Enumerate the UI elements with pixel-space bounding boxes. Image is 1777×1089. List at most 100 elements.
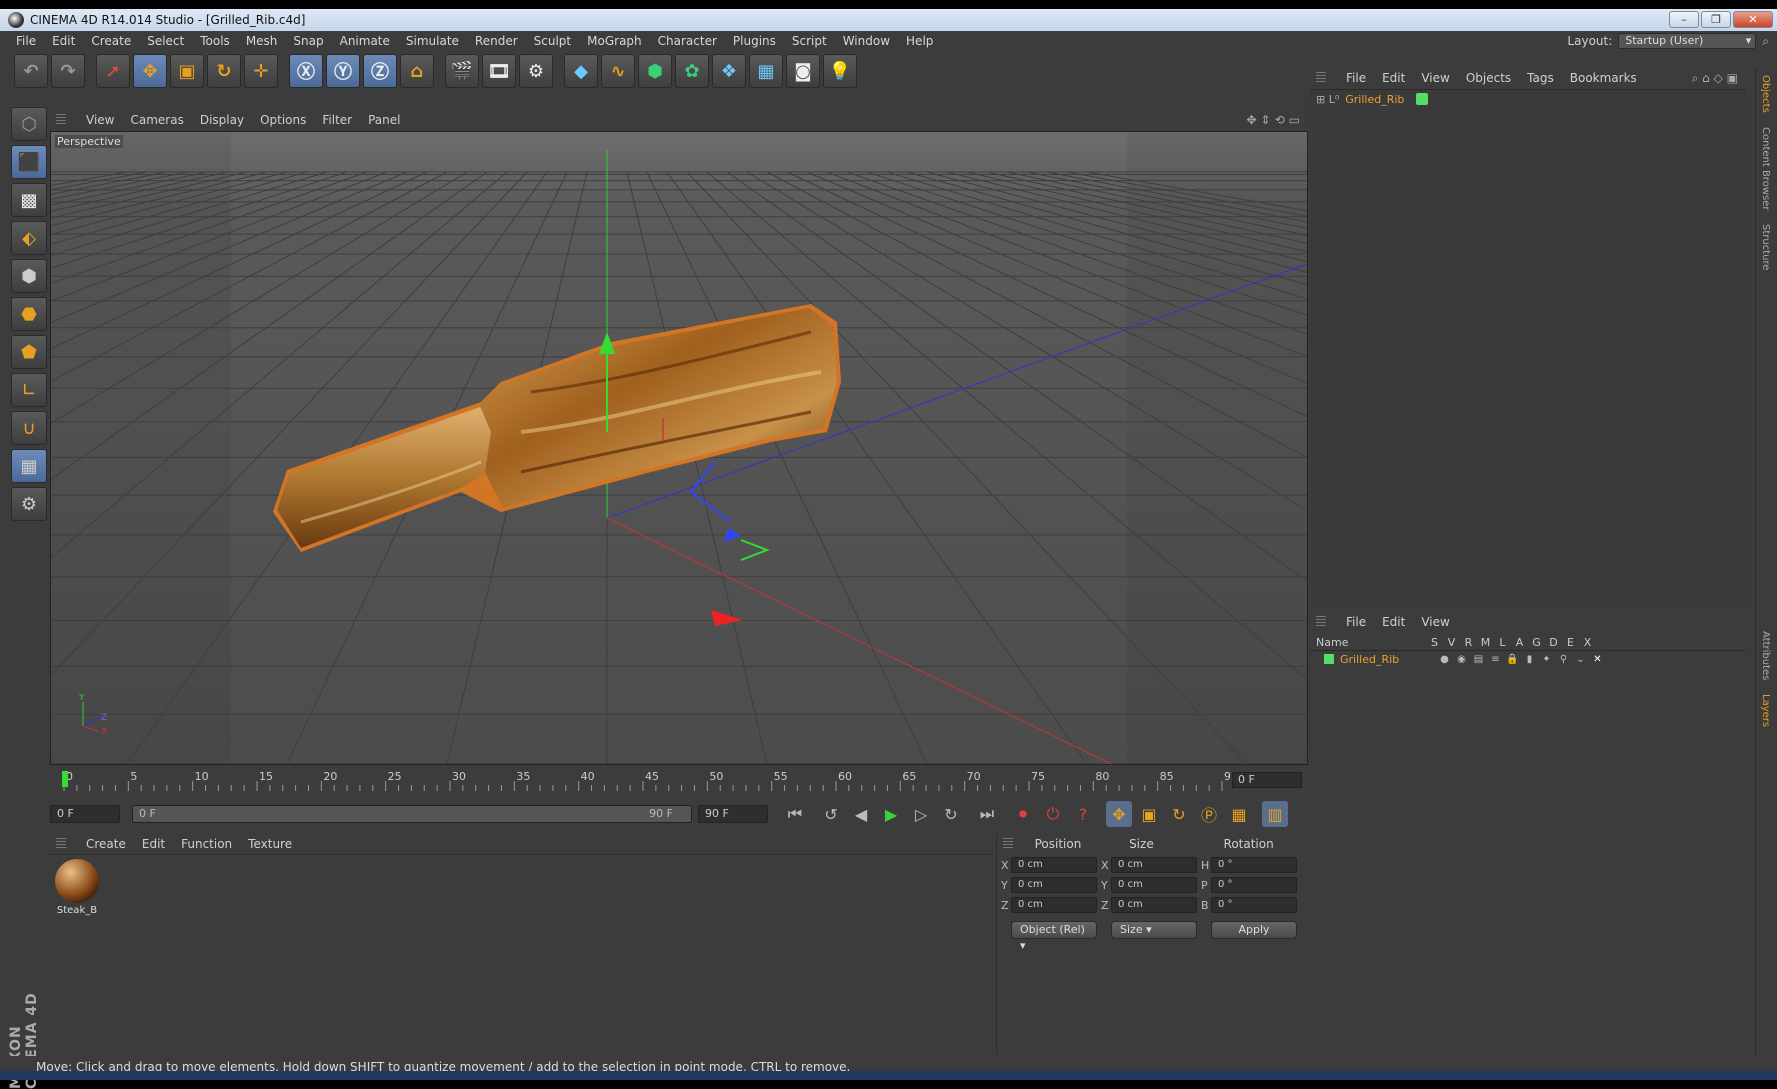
menu-character[interactable]: Character [650,34,725,48]
texture-mode-icon[interactable]: ▩ [11,183,47,217]
live-selection-icon[interactable]: ➚ [96,54,130,88]
workplane-lock-icon[interactable]: ▦ [11,449,47,483]
material-menu-edit[interactable]: Edit [134,837,173,851]
timeline-window-icon[interactable]: ▥ [1262,801,1288,827]
viewport-menu-filter[interactable]: Filter [314,113,360,127]
side-tab-objects[interactable]: Objects [1760,75,1771,113]
side-tab-structure[interactable]: Structure [1760,224,1771,271]
menu-create[interactable]: Create [83,34,139,48]
minimize-button[interactable]: – [1669,11,1699,28]
layout-dropdown[interactable]: Startup (User) [1618,33,1757,49]
close-button[interactable]: ✕ [1733,11,1773,28]
key-rotation-icon[interactable]: ↻ [1166,801,1192,827]
material-menu-create[interactable]: Create [78,837,134,851]
objects-menu-tags[interactable]: Tags [1519,71,1562,85]
previous-key-icon[interactable]: ↺ [818,801,844,827]
next-frame-icon[interactable]: ▷ [908,801,934,827]
key-point-level-icon[interactable]: ▦ [1226,801,1252,827]
menu-sculpt[interactable]: Sculpt [526,34,579,48]
camera-icon[interactable]: ◙ [786,54,820,88]
array-icon[interactable]: ✿ [675,54,709,88]
layer-name[interactable]: Grilled_Rib [1340,653,1436,666]
undo-icon[interactable]: ↶ [14,54,48,88]
points-mode-icon[interactable]: ⬢ [11,259,47,293]
lock-toggle-icon[interactable]: 🔒 [1504,654,1521,665]
previous-frame-icon[interactable]: ◀ [848,801,874,827]
render-toggle-icon[interactable]: ▤ [1470,654,1487,665]
object-name[interactable]: Grilled_Rib [1345,93,1404,106]
polygons-mode-icon[interactable]: ⬟ [11,335,47,369]
recent-tool-icon[interactable]: ✛ [244,54,278,88]
objects-menu-bookmarks[interactable]: Bookmarks [1562,71,1645,85]
search-icon[interactable]: ⌕ [1762,34,1769,49]
material-menu-function[interactable]: Function [173,837,240,851]
edges-mode-icon[interactable]: ⬣ [11,297,47,331]
layers-menu-edit[interactable]: Edit [1374,615,1413,629]
layers-menu-view[interactable]: View [1413,615,1457,629]
scale-tool-icon[interactable]: ▣ [170,54,204,88]
record-keys-icon[interactable]: ⏺ [1010,801,1036,827]
y-axis-lock-icon[interactable]: Ⓨ [326,54,360,88]
subdivision-surface-icon[interactable]: ⬢ [638,54,672,88]
expressions-toggle-icon[interactable]: ⌄ [1572,654,1589,665]
viewport-menu-options[interactable]: Options [252,113,314,127]
make-editable-icon[interactable]: ⬡ [11,107,47,141]
menu-simulate[interactable]: Simulate [398,34,467,48]
viewport-navigation-icons[interactable]: ✥⇕⟲▭ [1246,113,1304,127]
start-frame-field[interactable]: 0 F [50,805,120,823]
side-tab-layers[interactable]: Layers [1760,694,1771,727]
visible-toggle-icon[interactable]: ◉ [1453,654,1470,665]
preview-range-slider[interactable]: 0 F 90 F [132,805,692,823]
size-z-field[interactable]: 0 cm [1111,897,1197,913]
key-parameter-icon[interactable]: Ⓟ [1196,801,1222,827]
panel-grip-icon[interactable] [1316,72,1326,84]
deformers-toggle-icon[interactable]: ⚲ [1555,654,1572,665]
sculpt-brush-icon[interactable]: ⚙ [11,487,47,521]
generators-toggle-icon[interactable]: ✦ [1538,654,1555,665]
coordinate-mode-dropdown[interactable]: Object (Rel) ▾ [1011,921,1097,952]
redo-icon[interactable]: ↷ [51,54,85,88]
light-icon[interactable]: 💡 [823,54,857,88]
layers-menu-file[interactable]: File [1338,615,1374,629]
xrefs-toggle-icon[interactable]: ✕ [1589,654,1606,665]
menu-select[interactable]: Select [139,34,192,48]
size-y-field[interactable]: 0 cm [1111,877,1197,893]
position-x-field[interactable]: 0 cm [1011,857,1097,873]
side-tab-attributes[interactable]: Attributes [1760,631,1771,680]
model-mode-icon[interactable]: ⬛ [11,145,47,179]
menu-render[interactable]: Render [467,34,526,48]
objects-menu-view[interactable]: View [1413,71,1457,85]
objects-menu-objects[interactable]: Objects [1458,71,1519,85]
viewport-menu-cameras[interactable]: Cameras [122,113,191,127]
position-y-field[interactable]: 0 cm [1011,877,1097,893]
menu-snap[interactable]: Snap [285,34,331,48]
z-axis-lock-icon[interactable]: Ⓩ [363,54,397,88]
menu-help[interactable]: Help [898,34,941,48]
size-x-field[interactable]: 0 cm [1111,857,1197,873]
rotation-b-field[interactable]: 0 ° [1211,897,1297,913]
size-mode-dropdown[interactable]: Size ▾ [1111,921,1197,939]
render-settings-icon[interactable]: ⚙ [519,54,553,88]
render-picture-viewer-icon[interactable]: 🎞 [482,54,516,88]
menu-mograph[interactable]: MoGraph [579,34,650,48]
go-to-end-icon[interactable]: ⏭ [974,801,1000,827]
current-frame-field[interactable]: 0 F [1232,772,1302,788]
end-frame-field[interactable]: 90 F [698,805,768,823]
play-icon[interactable]: ▶ [878,801,904,827]
apply-button[interactable]: Apply [1211,921,1297,939]
workplane-mode-icon[interactable]: ⬖ [11,221,47,255]
floor-icon[interactable]: ▦ [749,54,783,88]
viewport-menu-display[interactable]: Display [192,113,252,127]
axis-mode-icon[interactable]: ∟ [11,373,47,407]
move-tool-icon[interactable]: ✥ [133,54,167,88]
next-key-icon[interactable]: ↻ [938,801,964,827]
position-z-field[interactable]: 0 cm [1011,897,1097,913]
key-position-icon[interactable]: ✥ [1106,801,1132,827]
objects-menu-file[interactable]: File [1338,71,1374,85]
perspective-viewport[interactable]: Y Z X Perspective [50,131,1308,765]
object-row[interactable]: ⊞ L⁰ Grilled_Rib [1310,90,1746,108]
autokey-icon[interactable]: ⏻ [1040,801,1066,827]
menu-tools[interactable]: Tools [192,34,238,48]
rotate-tool-icon[interactable]: ↻ [207,54,241,88]
timeline-ruler[interactable]: 051015202530354045505560657075808590 0 F [50,769,1308,795]
